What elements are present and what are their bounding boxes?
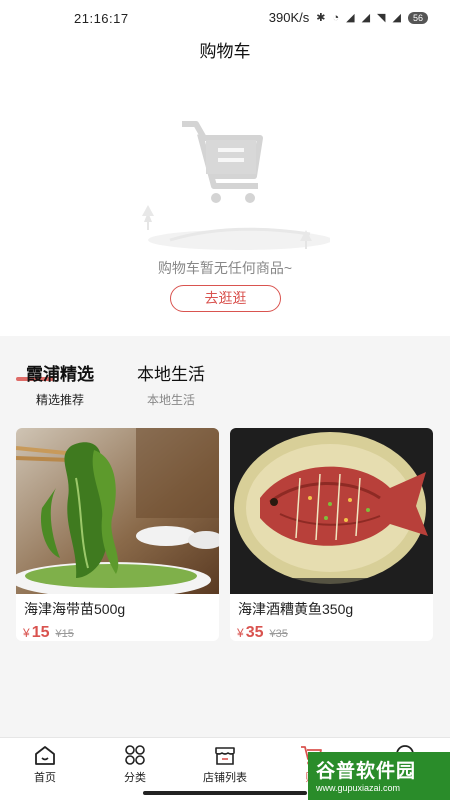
home-indicator[interactable] (143, 791, 307, 795)
go-shopping-button[interactable]: 去逛逛 (170, 285, 281, 312)
empty-cart-message: 购物车暂无任何商品~ (157, 260, 293, 276)
status-time: 21:16:17 (74, 11, 129, 26)
tab-subtitle: 精选推荐 (35, 393, 84, 407)
watermark-title: 谷普软件园 (316, 761, 417, 782)
tab-local-life[interactable]: 本地生活 本地生活 (126, 360, 216, 408)
signal-icon: ◢ (346, 12, 355, 24)
watermark-url: www.gupuxiazai.com (316, 783, 401, 793)
page-title: 购物车 (199, 42, 251, 61)
home-icon (35, 746, 55, 765)
tab-subtitle: 本地生活 (146, 393, 195, 407)
price-row: ¥15 ¥15 (16, 619, 219, 641)
nav-shop-list[interactable]: 店铺列表 (196, 744, 254, 785)
bluetooth-icon: ✱ (316, 12, 326, 24)
shop-icon (215, 747, 235, 765)
product-image-seaweed (16, 428, 219, 594)
nav-home[interactable]: 首页 (24, 744, 66, 785)
wifi-icon: ◥ (377, 12, 386, 24)
price-row: ¥35 ¥35 (230, 619, 433, 641)
empty-cart-illustration-icon (142, 121, 330, 250)
product-image-yellow-croaker (230, 428, 433, 594)
tab-title: 本地生活 (137, 365, 205, 384)
product-name: 海津海带苗500g (24, 601, 126, 617)
tab-title: 霞浦精选 (26, 365, 94, 384)
product-name: 海津酒糟黄鱼350g (238, 601, 354, 617)
nav-label: 首页 (34, 772, 56, 784)
site-watermark: 谷普软件园 www.gupuxiazai.com (308, 752, 450, 800)
battery-indicator: 56 (407, 11, 428, 24)
empty-cart-area: 购物车暂无任何商品~ 去逛逛 (0, 72, 450, 336)
status-icons: 390K/s ✱ ◔ ◢ ◢ ◥ ◢ 56 (269, 10, 428, 25)
product-price: ¥35 (237, 624, 264, 641)
nav-label: 店铺列表 (203, 772, 247, 784)
alarm-icon: ◔ (332, 11, 340, 24)
original-price: ¥15 (55, 628, 74, 640)
category-icon (125, 745, 145, 765)
page-header: 购物车 (0, 34, 450, 72)
product-price: ¥15 (23, 624, 50, 641)
network-speed: 390K/s (268, 10, 310, 25)
status-bar: 21:16:17 390K/s ✱ ◔ ◢ ◢ ◥ ◢ 56 (0, 0, 450, 34)
nav-label: 分类 (124, 772, 146, 784)
original-price: ¥35 (269, 628, 288, 640)
product-card[interactable]: 海津酒糟黄鱼350g ¥35 ¥35 (230, 428, 433, 641)
nav-category[interactable]: 分类 (114, 744, 156, 785)
signal-icon: ◢ (361, 12, 371, 24)
recommend-tabs: 霞浦精选 精选推荐 本地生活 本地生活 (0, 336, 450, 420)
product-card[interactable]: 海津海带苗500g ¥15 ¥15 (16, 428, 219, 641)
tab-xiapu-selection[interactable]: 霞浦精选 精选推荐 (16, 360, 104, 408)
signal-icon: ◢ (392, 12, 401, 24)
